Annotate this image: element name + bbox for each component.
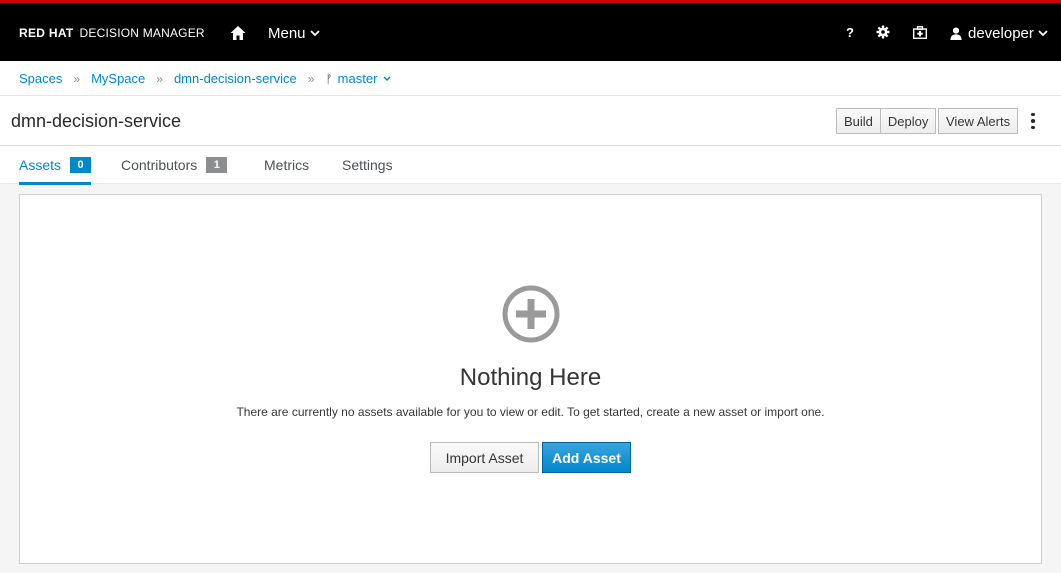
add-asset-button[interactable]: Add Asset bbox=[542, 442, 631, 473]
product-name: DECISION MANAGER bbox=[79, 26, 205, 40]
tab-label: Assets bbox=[19, 157, 62, 173]
breadcrumb-separator: » bbox=[156, 71, 163, 86]
branch-label: master bbox=[337, 71, 378, 86]
brand-name: RED HAT bbox=[19, 26, 74, 40]
chevron-down-icon bbox=[1038, 29, 1048, 36]
menu-dropdown[interactable]: Menu bbox=[268, 22, 320, 44]
briefcase-icon[interactable] bbox=[911, 23, 929, 41]
page-title: dmn-decision-service bbox=[11, 111, 182, 131]
code-branch-icon: ᚠ bbox=[325, 71, 333, 86]
user-icon bbox=[950, 27, 962, 40]
tab-label: Settings bbox=[342, 157, 393, 173]
view-alerts-button[interactable]: View Alerts bbox=[938, 108, 1019, 134]
empty-state-title: Nothing Here bbox=[459, 364, 602, 391]
breadcrumb-spaces[interactable]: Spaces bbox=[19, 71, 62, 86]
build-button[interactable]: Build bbox=[836, 108, 881, 134]
tab-metrics[interactable]: Metrics bbox=[264, 146, 309, 184]
breadcrumb-separator: » bbox=[73, 71, 81, 86]
tab-label: Contributors bbox=[121, 157, 198, 173]
user-name: developer bbox=[968, 24, 1034, 42]
deploy-button[interactable]: Deploy bbox=[880, 108, 937, 134]
question-icon[interactable]: ? bbox=[841, 23, 859, 41]
chevron-down-icon bbox=[383, 76, 391, 81]
empty-state-message: There are currently no assets available … bbox=[236, 405, 825, 419]
project-header: dmn-decision-service Build Deploy View A… bbox=[0, 96, 1061, 146]
count-badge: 1 bbox=[206, 157, 228, 173]
kebab-menu-icon[interactable] bbox=[1026, 109, 1040, 133]
tab-contributors[interactable]: Contributors 1 bbox=[121, 146, 228, 184]
tab-bar: Assets 0 Contributors 1 Metrics Settings bbox=[0, 146, 1061, 185]
breadcrumb-project[interactable]: dmn-decision-service bbox=[174, 71, 297, 86]
home-icon[interactable] bbox=[229, 24, 247, 42]
brand-logo[interactable]: RED HAT DECISION MANAGER bbox=[19, 25, 205, 41]
count-badge: 0 bbox=[70, 157, 92, 173]
user-menu[interactable]: developer bbox=[950, 22, 1048, 44]
gear-icon[interactable] bbox=[874, 23, 892, 41]
masthead: RED HAT DECISION MANAGER Menu ? develope… bbox=[0, 0, 1061, 61]
breadcrumb-separator: » bbox=[307, 71, 315, 86]
assets-panel: Nothing Here There are currently no asse… bbox=[19, 194, 1042, 564]
branch-selector[interactable]: ᚠ master bbox=[325, 71, 391, 86]
build-deploy-group: Build Deploy bbox=[836, 108, 937, 134]
menu-label: Menu bbox=[268, 24, 306, 42]
tab-settings[interactable]: Settings bbox=[342, 146, 393, 184]
tab-label: Metrics bbox=[264, 157, 310, 173]
breadcrumb-bar: Spaces » MySpace » dmn-decision-service … bbox=[0, 61, 1061, 96]
import-asset-button[interactable]: Import Asset bbox=[430, 442, 539, 473]
breadcrumb: Spaces » MySpace » dmn-decision-service … bbox=[19, 71, 391, 86]
plus-circle-icon bbox=[502, 285, 560, 343]
chevron-down-icon bbox=[309, 29, 320, 36]
tab-assets[interactable]: Assets 0 bbox=[19, 146, 92, 185]
breadcrumb-myspace[interactable]: MySpace bbox=[91, 71, 145, 86]
